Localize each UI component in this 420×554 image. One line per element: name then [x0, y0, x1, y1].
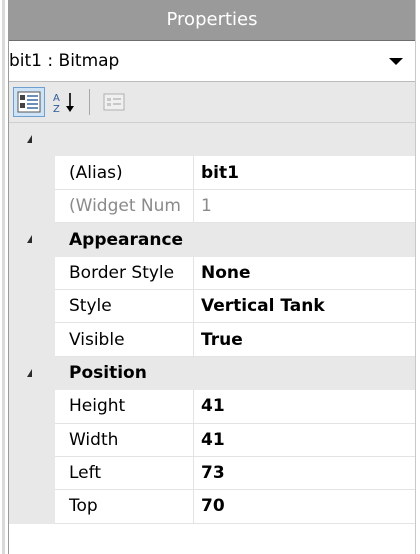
svg-text:Z: Z: [53, 104, 60, 114]
category-label: Appearance: [55, 223, 415, 257]
property-name: (Alias): [55, 156, 194, 190]
property-row-left[interactable]: Left 73: [9, 456, 415, 491]
categorized-button[interactable]: [13, 87, 45, 117]
object-selector-dropdown[interactable]: bit1 : Bitmap: [9, 41, 415, 82]
collapse-icon[interactable]: [27, 235, 32, 244]
window-left-border: [0, 0, 9, 554]
property-row-visible[interactable]: Visible True: [9, 323, 415, 357]
property-name: Height: [55, 390, 194, 424]
property-value[interactable]: None: [194, 257, 415, 290]
property-pages-icon: [103, 93, 125, 111]
property-name: Width: [55, 423, 194, 457]
property-row-alias[interactable]: (Alias) bit1: [9, 156, 415, 190]
category-row-position[interactable]: Position: [9, 356, 415, 391]
property-value[interactable]: 41: [194, 424, 415, 457]
property-pages-button[interactable]: [98, 87, 130, 117]
scrollbar-edge[interactable]: [415, 0, 420, 554]
property-value[interactable]: 73: [194, 457, 415, 491]
collapse-icon[interactable]: [27, 135, 32, 143]
property-value[interactable]: 70: [194, 490, 415, 524]
alphabetical-button[interactable]: A Z: [49, 87, 81, 117]
property-row-border-style[interactable]: Border Style None: [9, 256, 415, 290]
category-label: Position: [55, 356, 415, 391]
property-value[interactable]: Vertical Tank: [194, 290, 415, 324]
category-row-appearance[interactable]: Appearance: [9, 223, 415, 257]
categorized-icon: [17, 91, 41, 113]
category-label: [55, 123, 415, 157]
property-name: Style: [55, 289, 194, 324]
properties-toolbar: A Z: [9, 82, 415, 123]
property-name: Left: [55, 456, 194, 491]
properties-panel: Properties bit1 : Bitmap A Z (Alias) bit…: [9, 0, 415, 554]
property-row-width[interactable]: Width 41: [9, 423, 415, 457]
property-row-height[interactable]: Height 41: [9, 390, 415, 424]
property-row-style[interactable]: Style Vertical Tank: [9, 289, 415, 324]
property-name: Top: [55, 490, 194, 524]
property-name: Border Style: [55, 256, 194, 290]
property-row-top[interactable]: Top 70: [9, 490, 415, 524]
property-name: Visible: [55, 323, 194, 357]
property-grid: (Alias) bit1 (Widget Num 1 Appearance Bo…: [9, 123, 415, 524]
object-selector-value: bit1 : Bitmap: [9, 51, 120, 71]
svg-text:A: A: [53, 93, 60, 104]
property-row-widget-num[interactable]: (Widget Num 1: [9, 189, 415, 224]
category-row-general[interactable]: [9, 123, 415, 157]
property-value[interactable]: 41: [194, 390, 415, 424]
collapse-icon[interactable]: [27, 368, 32, 377]
property-name: (Widget Num: [55, 189, 194, 224]
property-value[interactable]: True: [194, 323, 415, 357]
property-value[interactable]: bit1: [194, 156, 415, 190]
panel-title: Properties: [9, 0, 415, 41]
property-value: 1: [194, 190, 415, 224]
toolbar-separator: [89, 89, 90, 115]
sort-az-icon: A Z: [53, 93, 74, 114]
dropdown-arrow-icon[interactable]: [389, 57, 403, 65]
